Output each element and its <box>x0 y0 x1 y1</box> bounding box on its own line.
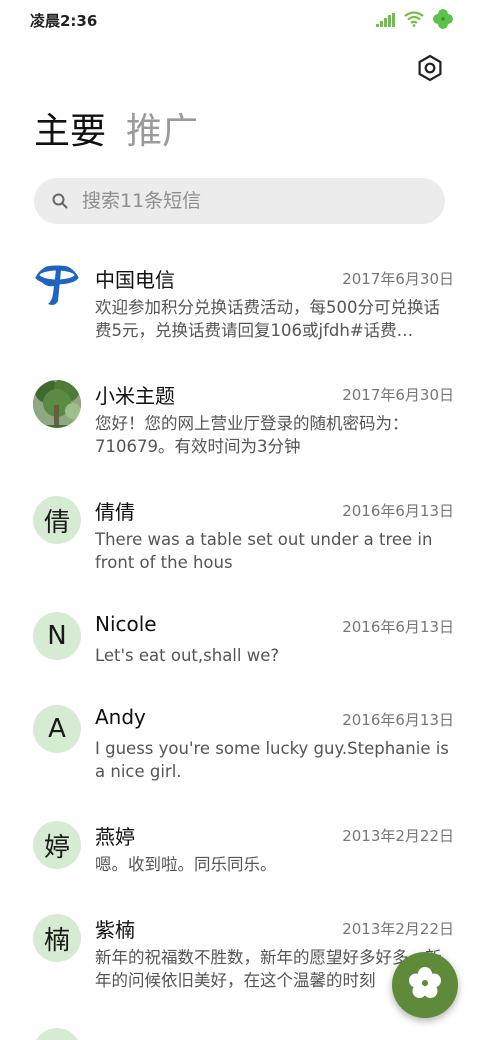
message-date: 2017年6月30日 <box>342 386 454 404</box>
settings-button[interactable] <box>416 54 444 82</box>
search-bar[interactable] <box>34 178 445 224</box>
status-icons <box>376 8 454 34</box>
message-item[interactable] <box>0 1028 480 1040</box>
avatar <box>33 380 81 428</box>
message-item[interactable]: 小米主题 2017年6月30日 您好！您的网上营业厅登录的随机密码为：71067… <box>0 380 480 490</box>
message-preview: There was a table set out under a tree i… <box>95 530 433 572</box>
compose-button[interactable] <box>392 952 458 1018</box>
sender-name: 中国电信 <box>95 268 175 292</box>
message-item[interactable]: A Andy 2016年6月13日 I guess you're some lu… <box>0 705 480 815</box>
status-time: 凌晨2:36 <box>30 12 98 30</box>
message-preview: I guess you're some lucky guy.Stephanie … <box>95 739 449 781</box>
message-date: 2016年6月13日 <box>342 502 454 520</box>
tab-promotions[interactable]: 推广 <box>126 108 198 156</box>
message-item[interactable]: 倩 倩倩 2016年6月13日 There was a table set ou… <box>0 496 480 606</box>
signal-icon <box>376 12 396 31</box>
tab-bar: 主要 推广 <box>34 108 198 156</box>
wifi-icon <box>404 11 424 31</box>
sender-name: 燕婷 <box>95 825 135 849</box>
message-date: 2016年6月13日 <box>342 618 454 636</box>
avatar <box>33 1028 81 1040</box>
avatar: 婷 <box>33 821 81 869</box>
sender-name: 紫楠 <box>95 918 135 942</box>
message-date: 2017年6月30日 <box>342 270 454 288</box>
sender-name: Andy <box>95 705 146 729</box>
settings-icon <box>416 54 444 86</box>
search-input[interactable] <box>80 189 414 213</box>
message-date: 2013年2月22日 <box>342 920 454 938</box>
avatar: 楠 <box>33 914 81 962</box>
avatar <box>33 264 81 312</box>
avatar: A <box>33 705 81 753</box>
avatar: N <box>33 612 81 660</box>
tab-primary[interactable]: 主要 <box>34 108 106 156</box>
china-telecom-logo-icon <box>33 264 81 312</box>
search-icon <box>52 193 68 209</box>
avatar: 倩 <box>33 496 81 544</box>
sender-name: 倩倩 <box>95 500 135 524</box>
sender-name: Nicole <box>95 612 157 636</box>
sender-name: 小米主题 <box>95 384 175 408</box>
tree-photo-icon <box>33 380 81 428</box>
message-item[interactable]: 中国电信 2017年6月30日 欢迎参加积分兑换话费活动，每500分可兑换话费5… <box>0 264 480 374</box>
message-preview: 嗯。收到啦。同乐同乐。 <box>95 855 277 874</box>
message-date: 2016年6月13日 <box>342 711 454 729</box>
message-date: 2013年2月22日 <box>342 827 454 845</box>
status-bar: 凌晨2:36 <box>0 0 480 40</box>
message-preview: 欢迎参加积分兑换话费活动，每500分可兑换话费5元，兑换话费请回复106或jfd… <box>95 298 440 340</box>
flower-icon <box>408 966 442 1004</box>
message-preview: 您好！您的网上营业厅登录的随机密码为：710679。有效时间为3分钟 <box>95 414 409 456</box>
clover-icon <box>432 8 454 34</box>
message-preview: Let's eat out,shall we? <box>95 646 280 665</box>
